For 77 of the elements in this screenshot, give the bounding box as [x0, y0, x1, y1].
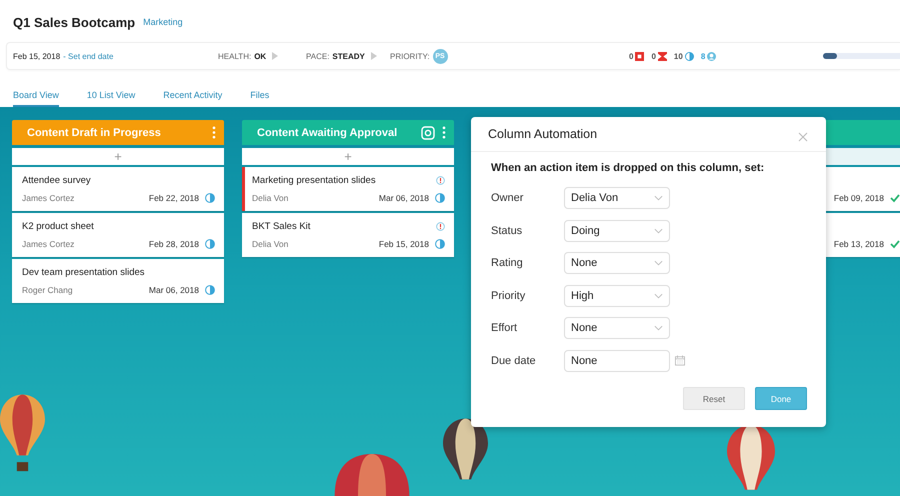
column-title: Content Awaiting Approval [257, 126, 398, 138]
card-date: Feb 22, 2018 [148, 193, 199, 203]
check-icon [890, 239, 900, 249]
chevron-down-icon [654, 195, 663, 202]
card-date: Feb 09, 2018 [834, 193, 884, 203]
tab[interactable]: Files [250, 90, 270, 107]
counter-value: 10 [674, 52, 683, 60]
card-date: Mar 06, 2018 [148, 285, 199, 295]
reset-button[interactable]: Reset [683, 387, 745, 410]
priority-label: PRIORITY: [390, 52, 430, 60]
half-circle-icon [205, 193, 215, 203]
tab[interactable]: Recent Activity [163, 90, 222, 107]
task-card[interactable]: Marketing presentation slides Delia Von Mar 06, 2018 [242, 167, 454, 211]
card-date: Feb 28, 2018 [148, 239, 199, 249]
counter-value: 8 [700, 52, 706, 60]
dropdown[interactable]: Delia Von [564, 187, 670, 210]
counter-value: 0 [629, 52, 634, 60]
hourglass-icon [658, 52, 667, 60]
card-owner: James Cortez [22, 193, 74, 203]
dropdown[interactable]: None [564, 317, 670, 340]
half-circle-icon [435, 193, 445, 203]
chevron-down-icon [654, 325, 663, 332]
task-card[interactable]: Dev team presentation slides Roger Chang Mar 06, 2018 [12, 259, 224, 303]
stop-square-icon [635, 52, 644, 60]
card-owner: James Cortez [22, 239, 74, 249]
field-label: Priority [491, 290, 526, 302]
card-title: BKT Sales Kit [252, 220, 312, 232]
card-title: Attendee survey [22, 174, 92, 186]
card-title: Dev team presentation slides [22, 266, 146, 278]
card-owner: Delia Von [252, 239, 288, 249]
card-date: Feb 13, 2018 [834, 239, 884, 249]
group-link[interactable]: Marketing [143, 17, 183, 27]
set-end-date-link[interactable]: - Set end date [63, 52, 114, 60]
close-icon[interactable] [798, 132, 808, 142]
card-title: K2 product sheet [22, 220, 95, 232]
field-label: Status [491, 224, 524, 237]
chevron-down-icon [654, 292, 663, 299]
half-circle-icon [205, 285, 215, 295]
card-owner: Delia Von [252, 193, 288, 203]
more-options-icon[interactable] [212, 126, 216, 139]
pace-label: PACE: [306, 52, 330, 60]
play-icon[interactable] [370, 52, 377, 60]
play-icon[interactable] [272, 52, 278, 60]
field-label: Rating [491, 257, 524, 270]
health-label: HEALTH: [218, 52, 252, 60]
field-label: Effort [491, 322, 518, 334]
card-date: Mar 06, 2018 [378, 193, 429, 203]
chevron-down-icon [654, 260, 663, 266]
counter-value: 0 [651, 52, 656, 60]
tab[interactable]: 10 List View [86, 90, 136, 107]
card-title: Marketing presentation slides [252, 174, 377, 186]
card-date: Feb 15, 2018 [378, 239, 429, 249]
start-date: Feb 15, 2018 [13, 52, 60, 60]
date-field[interactable]: None [564, 350, 670, 372]
dropdown[interactable]: High [564, 284, 670, 307]
column-title: Content Draft in Progress [27, 126, 162, 138]
field-label: Owner [491, 192, 524, 204]
half-circle-icon [684, 52, 694, 60]
more-options-icon[interactable] [442, 126, 446, 139]
project-title: Q1 Sales Bootcamp [13, 14, 136, 30]
chevron-down-icon [654, 228, 663, 234]
half-circle-icon [435, 239, 445, 249]
dialog-title: Column Automation [488, 127, 598, 141]
task-card[interactable]: Attendee survey James Cortez Feb 22, 2018 [12, 167, 224, 211]
calendar-icon[interactable] [675, 355, 685, 366]
dialog-instruction: When an action item is dropped on this column, set: [491, 162, 766, 174]
dropdown[interactable]: None [564, 252, 670, 274]
dropdown[interactable]: Doing [564, 220, 670, 242]
pace-value: STEADY [332, 52, 365, 60]
half-circle-icon [205, 239, 215, 249]
card-owner: Roger Chang [22, 285, 73, 295]
field-label: Due date [491, 354, 537, 367]
health-value: OK [254, 52, 266, 60]
person-icon [707, 52, 716, 60]
check-icon [890, 193, 900, 203]
task-card[interactable]: K2 product sheet James Cortez Feb 28, 2018 [12, 213, 224, 257]
task-card[interactable]: BKT Sales Kit Delia Von Feb 15, 2018 [242, 213, 454, 257]
